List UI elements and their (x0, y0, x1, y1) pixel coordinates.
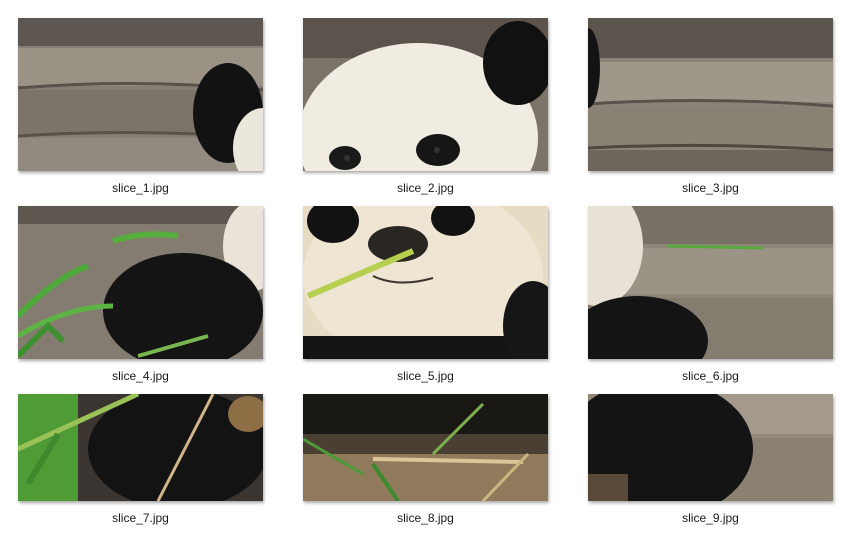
file-name-label: slice_2.jpg (397, 181, 454, 195)
file-tile-slice-4[interactable]: slice_4.jpg (18, 206, 263, 383)
panda-shoulder-logs-image (588, 206, 833, 359)
panda-paw-bamboo-image (18, 206, 263, 359)
logs-image (588, 18, 833, 171)
file-tile-slice-7[interactable]: slice_7.jpg (18, 394, 263, 525)
panda-mouth-bamboo-image (303, 206, 548, 359)
image-thumbnail[interactable] (588, 18, 833, 171)
file-tile-slice-8[interactable]: slice_8.jpg (303, 394, 548, 525)
ground-bamboo-image (303, 394, 548, 501)
file-name-label: slice_4.jpg (112, 369, 169, 383)
file-name-label: slice_7.jpg (112, 511, 169, 525)
image-thumbnail[interactable] (18, 206, 263, 359)
image-thumbnail[interactable] (18, 394, 263, 501)
file-tile-slice-9[interactable]: slice_9.jpg (588, 394, 833, 525)
image-thumbnail[interactable] (588, 394, 833, 501)
panda-face-top-image (303, 18, 548, 171)
image-thumbnail[interactable] (18, 18, 263, 171)
file-name-label: slice_8.jpg (397, 511, 454, 525)
panda-lower-bamboo-image (18, 394, 263, 501)
file-tile-slice-6[interactable]: slice_6.jpg (588, 206, 833, 383)
file-name-label: slice_5.jpg (397, 369, 454, 383)
file-tile-slice-3[interactable]: slice_3.jpg (588, 18, 833, 195)
file-tile-slice-1[interactable]: slice_1.jpg (18, 18, 263, 195)
image-thumbnail[interactable] (303, 18, 548, 171)
file-name-label: slice_6.jpg (682, 369, 739, 383)
file-name-label: slice_1.jpg (112, 181, 169, 195)
file-name-label: slice_9.jpg (682, 511, 739, 525)
panda-leg-logs-image (588, 394, 833, 501)
panda-ear-logs-image (18, 18, 263, 171)
file-name-label: slice_3.jpg (682, 181, 739, 195)
image-thumbnail[interactable] (303, 206, 548, 359)
image-thumbnail[interactable] (303, 394, 548, 501)
image-thumbnail[interactable] (588, 206, 833, 359)
file-tile-slice-2[interactable]: slice_2.jpg (303, 18, 548, 195)
file-tile-slice-5[interactable]: slice_5.jpg (303, 206, 548, 383)
file-thumbnail-grid: slice_1.jpg slice_2.jpg slice_3.jpg slic… (0, 0, 853, 541)
